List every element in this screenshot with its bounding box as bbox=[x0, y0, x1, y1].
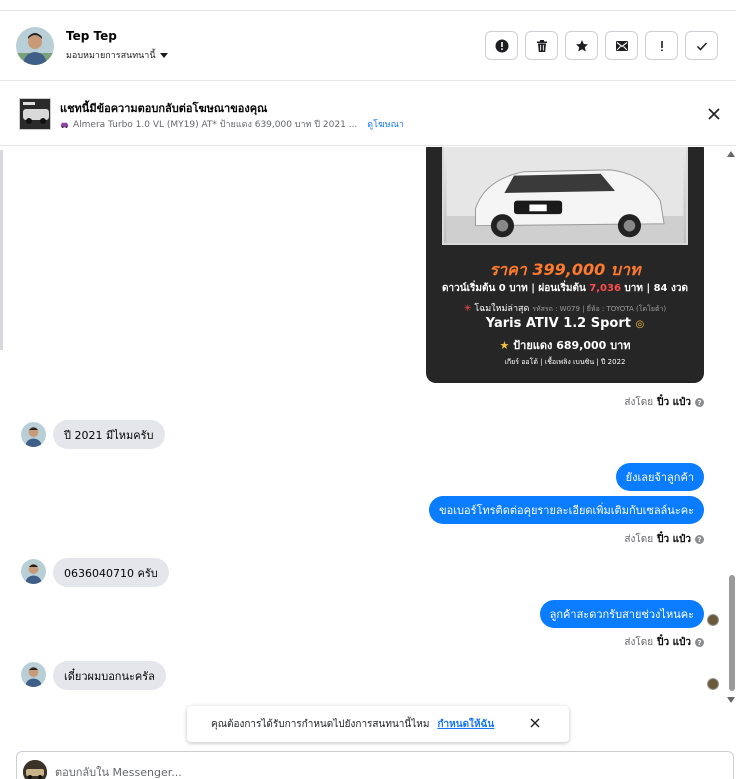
delete-button[interactable] bbox=[525, 31, 558, 60]
assign-dropdown[interactable]: มอบหมายการสนทนานี้ bbox=[66, 48, 168, 62]
top-divider bbox=[0, 0, 736, 11]
scroll-up-arrow[interactable] bbox=[727, 151, 735, 157]
seen-avatar-indicator bbox=[707, 678, 719, 690]
ad-banner-title: แชทนี้มีข้อความตอบกลับต่อโฆษณาของคุณ bbox=[60, 102, 268, 115]
sparkle-icon: ✳ bbox=[463, 304, 472, 314]
contact-avatar[interactable] bbox=[16, 27, 54, 65]
view-ad-link[interactable]: ดูโฆษณา bbox=[367, 117, 404, 131]
toast-text: คุณต้องการได้รับการกำหนดไปยังการสนทนานี้… bbox=[211, 718, 430, 730]
incoming-message[interactable]: 0636040710 ครับ bbox=[53, 558, 169, 587]
outgoing-message[interactable]: ขอเบอร์โทรติดต่อคุยรายละเอียดเพิ่มเติมกั… bbox=[429, 496, 704, 524]
ad-thumbnail[interactable] bbox=[19, 98, 51, 130]
outgoing-message[interactable]: ลูกค้าสะดวกรับสายช่วงไหนคะ bbox=[539, 600, 704, 628]
conversation-toolbar bbox=[485, 31, 718, 60]
ad-new-badge-line: ✳ โฉมใหม่ล่าสุด รหัสรถ : W079 | ยี่ห้อ :… bbox=[426, 301, 704, 315]
check-icon bbox=[696, 41, 707, 51]
outgoing-message[interactable]: ยังเลยจ้าลูกค้า bbox=[615, 463, 704, 491]
contact-avatar-small bbox=[21, 422, 46, 447]
scroll-down-arrow[interactable] bbox=[727, 697, 735, 703]
contact-avatar-small bbox=[21, 662, 46, 687]
page-avatar bbox=[23, 760, 47, 779]
car-photo bbox=[442, 147, 688, 245]
sent-by-prefix: ส่งโดย bbox=[624, 637, 654, 648]
ad-model: Yaris ATIV 1.2 Sport ◎ bbox=[426, 316, 704, 331]
sent-by-label: ส่งโดย ปิ๋ว แป๋ว ? bbox=[624, 395, 704, 410]
assign-prompt-toast: คุณต้องการได้รับการกำหนดไปยังการสนทนานี้… bbox=[187, 706, 569, 742]
trash-icon bbox=[536, 39, 547, 52]
incoming-message[interactable]: ปี 2021 มีไหมครับ bbox=[53, 420, 165, 449]
exclamation-icon bbox=[660, 40, 663, 51]
down-suffix: บาท | 84 งวด bbox=[624, 283, 688, 294]
model-name: Yaris ATIV 1.2 Sport bbox=[485, 316, 631, 331]
mark-unread-icon bbox=[615, 40, 628, 51]
sent-by-label: ส่งโดย ปิ๋ว แป๋ว ? bbox=[624, 532, 704, 547]
contact-name[interactable]: Tep Tep bbox=[66, 29, 117, 43]
check-circle-icon: ◎ bbox=[635, 319, 645, 330]
caret-down-icon bbox=[159, 52, 168, 58]
alert-circle-icon bbox=[495, 39, 508, 52]
plate-price: ป้ายแดง 689,000 บาท bbox=[513, 339, 631, 352]
star-icon: ★ bbox=[499, 339, 510, 352]
ad-banner-subtitle: Almera Turbo 1.0 VL (MY19) AT* ป้ายแดง 6… bbox=[60, 117, 404, 131]
sent-by-prefix: ส่งโดย bbox=[624, 397, 654, 408]
reply-input[interactable] bbox=[55, 762, 655, 779]
sent-by-prefix: ส่งโดย bbox=[624, 534, 654, 545]
sender-name: ปิ๋ว แป๋ว bbox=[657, 534, 691, 545]
car-icon bbox=[60, 122, 69, 128]
mark-important-button[interactable] bbox=[645, 31, 678, 60]
sender-name: ปิ๋ว แป๋ว bbox=[657, 637, 691, 648]
ad-price: ราคา 399,000 บาท bbox=[489, 260, 641, 279]
help-icon[interactable]: ? bbox=[695, 535, 704, 544]
scroll-thumb[interactable] bbox=[729, 575, 735, 691]
mark-unread-button[interactable] bbox=[605, 31, 638, 60]
ad-plate-price: ★ ป้ายแดง 689,000 บาท bbox=[426, 336, 704, 354]
message-thread: ราคา 399,000 บาท ดาวน์เริ่มต้น 0 บาท | ผ… bbox=[0, 147, 736, 747]
star-button[interactable] bbox=[565, 31, 598, 60]
contact-avatar-small bbox=[21, 559, 46, 584]
close-icon[interactable] bbox=[706, 106, 722, 122]
star-icon bbox=[575, 39, 588, 51]
assign-label: มอบหมายการสนทนานี้ bbox=[66, 51, 156, 61]
thread-scrollbar[interactable] bbox=[727, 147, 736, 707]
ad-image-message[interactable]: ราคา 399,000 บาท ดาวน์เริ่มต้น 0 บาท | ผ… bbox=[426, 147, 704, 383]
close-icon[interactable] bbox=[529, 717, 541, 729]
down-prefix: ดาวน์เริ่มต้น 0 บาท | ผ่อนเริ่มต้น bbox=[442, 283, 586, 294]
conversation-header: Tep Tep มอบหมายการสนทนานี้ bbox=[0, 11, 736, 81]
ad-meta: รหัสรถ : W079 | ยี่ห้อ : TOYOTA (โตโยต้า… bbox=[532, 305, 667, 313]
report-spam-button[interactable] bbox=[485, 31, 518, 60]
ad-banner-text: Almera Turbo 1.0 VL (MY19) AT* ป้ายแดง 6… bbox=[73, 120, 358, 130]
incoming-message[interactable]: เดี๋ยวผมบอกนะครัล bbox=[53, 661, 166, 690]
seen-avatar-indicator bbox=[707, 614, 719, 626]
help-icon[interactable]: ? bbox=[695, 398, 704, 407]
reply-composer bbox=[16, 751, 734, 779]
mark-done-button[interactable] bbox=[685, 31, 718, 60]
new-badge: โฉมใหม่ล่าสุด bbox=[474, 304, 530, 314]
ad-specs: เกียร์ ออโต้ | เชื้อเพลิง เบนซิน | ปี 20… bbox=[504, 358, 626, 366]
help-icon[interactable]: ? bbox=[695, 638, 704, 647]
ad-reply-banner: แชทนี้มีข้อความตอบกลับต่อโฆษณาของคุณ Alm… bbox=[0, 82, 736, 146]
assign-to-me-link[interactable]: กำหนดให้ฉัน bbox=[437, 717, 494, 732]
ad-down-payment: ดาวน์เริ่มต้น 0 บาท | ผ่อนเริ่มต้น 7,036… bbox=[426, 281, 704, 296]
sender-name: ปิ๋ว แป๋ว bbox=[657, 397, 691, 408]
sent-by-label: ส่งโดย ปิ๋ว แป๋ว ? bbox=[624, 635, 704, 650]
inbox-conversation-panel: Tep Tep มอบหมายการสนทนานี้ แชทนี้มีข้อคว… bbox=[0, 0, 736, 779]
down-amount: 7,036 bbox=[589, 283, 621, 294]
